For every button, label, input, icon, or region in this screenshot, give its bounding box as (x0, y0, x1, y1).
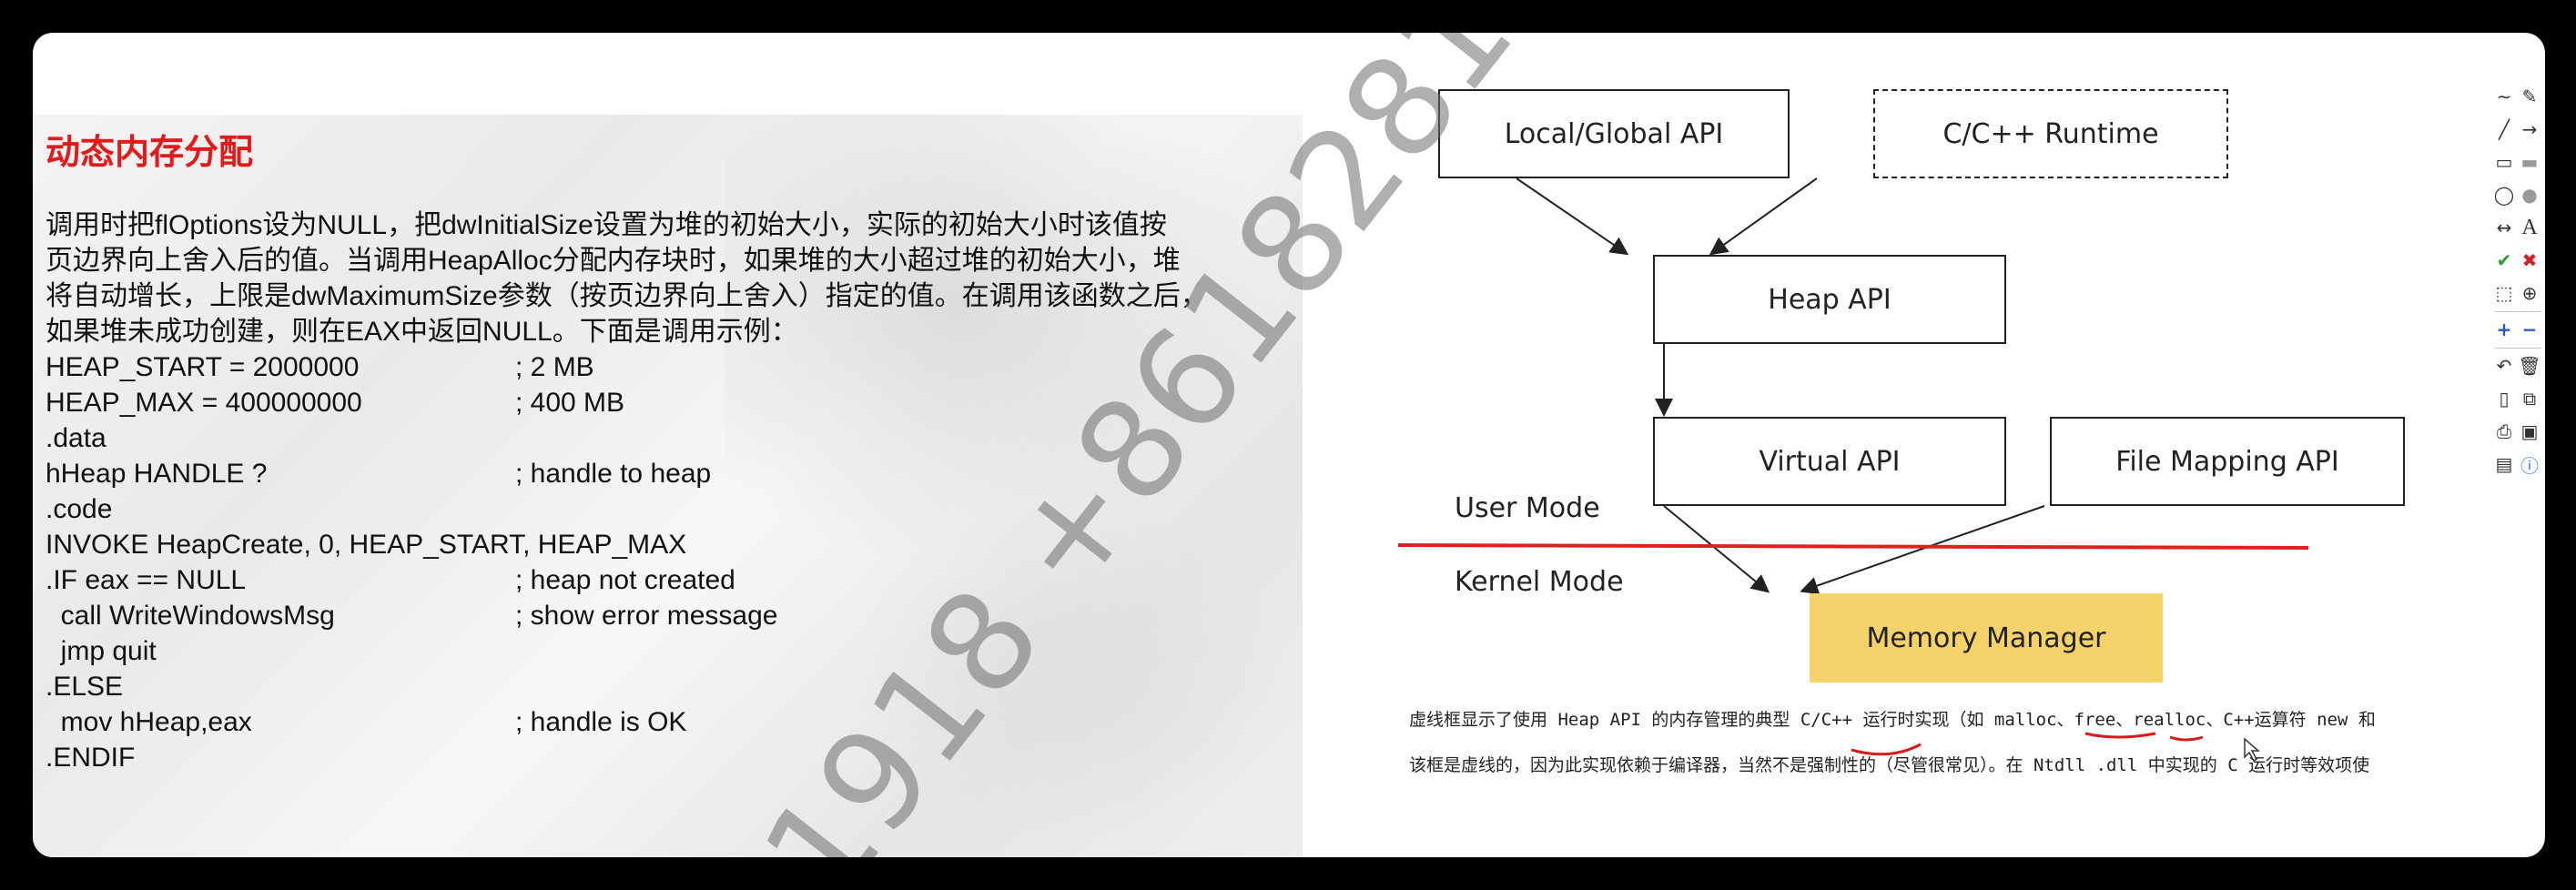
code-comment: ; heap not created (515, 565, 735, 595)
line-icon[interactable]: ╱ (2491, 116, 2517, 142)
paragraph-line: 将自动增长，上限是dwMaximumSize参数（按页边界向上舍入）指定的值。在… (46, 281, 1208, 311)
caption-line-1: 虚线框显示了使用 Heap API 的内存管理的典型 C/C++ 运行时实现（如… (1409, 710, 2376, 730)
arrow-virtual-to-mm (1663, 505, 1770, 593)
print-icon[interactable]: ⎙ (2491, 419, 2517, 444)
arrow-icon[interactable]: → (2517, 116, 2542, 142)
cross-icon[interactable]: ✖ (2517, 248, 2542, 273)
code-text: .data (46, 423, 106, 453)
minus-icon[interactable]: − (2517, 317, 2542, 342)
zoom-icon[interactable]: ⊕ (2517, 280, 2542, 306)
memory-architecture-diagram: Local/Global API C/C++ Runtime Heap API … (1380, 33, 2472, 706)
paragraph-line: 页边界向上舍入后的值。当调用HeapAlloc分配内存块时，如果堆的大小超过堆的… (46, 246, 1181, 276)
double-arrow-icon[interactable]: ↔ (2491, 215, 2517, 240)
file-mapping-api-box: File Mapping API (2050, 417, 2405, 506)
text-icon[interactable]: A (2517, 215, 2542, 240)
slide-title: 动态内存分配 (46, 131, 254, 172)
code-text: INVOKE HeapCreate, 0, HEAP_START, HEAP_M… (46, 530, 687, 560)
code-comment: ; handle is OK (515, 707, 687, 737)
screen-frame: 动态内存分配 调用时把flOptions设为NULL，把dwInitialSiz… (33, 33, 2545, 857)
kernel-mode-label: Kernel Mode (1455, 566, 1624, 598)
code-comment: ; handle to heap (515, 459, 712, 489)
freehand-icon[interactable]: ∼ (2491, 84, 2517, 109)
save-icon[interactable]: ▣ (2517, 419, 2542, 444)
code-text: mov hHeap,eax (46, 707, 252, 737)
new-page-icon[interactable]: ▯ (2491, 386, 2517, 411)
code-text: .ENDIF (46, 743, 136, 773)
rectangle-outline-icon[interactable]: ▭ (2491, 149, 2517, 175)
code-text: .IF eax == NULL (46, 565, 247, 595)
paragraph-line: 如果堆未成功创建，则在EAX中返回NULL。下面是调用示例： (46, 317, 798, 347)
code-comment: ; 2 MB (515, 352, 594, 382)
code-comment: ; show error message (515, 601, 778, 631)
virtual-api-box: Virtual API (1653, 417, 2006, 506)
heap-api-box: Heap API (1653, 255, 2006, 344)
code-text: call WriteWindowsMsg (46, 601, 335, 631)
screen-icon[interactable]: ▤ (2491, 451, 2517, 477)
ellipse-outline-icon[interactable]: ◯ (2491, 182, 2517, 207)
cpp-runtime-box: C/C++ Runtime (1873, 89, 2228, 178)
underline-free (2169, 735, 2204, 742)
code-comment: ; 400 MB (515, 388, 625, 418)
local-global-api-box: Local/Global API (1438, 89, 1790, 178)
undo-icon[interactable]: ↶ (2491, 353, 2517, 379)
caption-line-2: 该框是虚线的，因为此实现依赖于编译器，当然不是强制性的（尽管很常见）。在 Ntd… (1409, 755, 2370, 775)
drawing-toolbar: ∼ ✎ ╱ → ▭ ▬ ◯ ● ↔ A ✔ ✖ ⬚ ⊕ + − ↶ 🗑 ▯ ⧉ … (2489, 78, 2545, 506)
user-mode-label: User Mode (1455, 492, 1600, 524)
checkmark-icon[interactable]: ✔ (2491, 248, 2517, 273)
select-region-icon[interactable]: ⬚ (2491, 280, 2517, 306)
code-text: jmp quit (46, 636, 157, 666)
plus-icon[interactable]: + (2491, 317, 2517, 342)
mode-divider-line (1397, 543, 2309, 550)
copy-icon[interactable]: ⧉ (2517, 386, 2542, 411)
arrow-local-to-heap (1516, 177, 1629, 256)
ellipse-filled-icon[interactable]: ● (2517, 182, 2542, 207)
trash-icon[interactable]: 🗑 (2517, 353, 2542, 379)
eraser-icon[interactable]: ✎ (2517, 84, 2542, 109)
code-text: HEAP_MAX = 400000000 (46, 388, 362, 418)
code-text: hHeap HANDLE ? (46, 459, 268, 489)
info-icon[interactable]: ⓘ (2517, 451, 2542, 477)
paragraph-line: 调用时把flOptions设为NULL，把dwInitialSize设置为堆的初… (46, 210, 1167, 240)
rectangle-filled-icon[interactable]: ▬ (2517, 149, 2542, 175)
code-text: .ELSE (46, 672, 124, 702)
arrow-runtime-to-heap (1709, 177, 1818, 256)
memory-manager-box: Memory Manager (1810, 593, 2163, 683)
code-text: HEAP_START = 2000000 (46, 352, 360, 382)
code-text: .code (46, 494, 113, 524)
underline-malloc (2084, 732, 2156, 739)
slide-paragraph: 调用时把flOptions设为NULL，把dwInitialSize设置为堆的初… (46, 207, 1315, 349)
